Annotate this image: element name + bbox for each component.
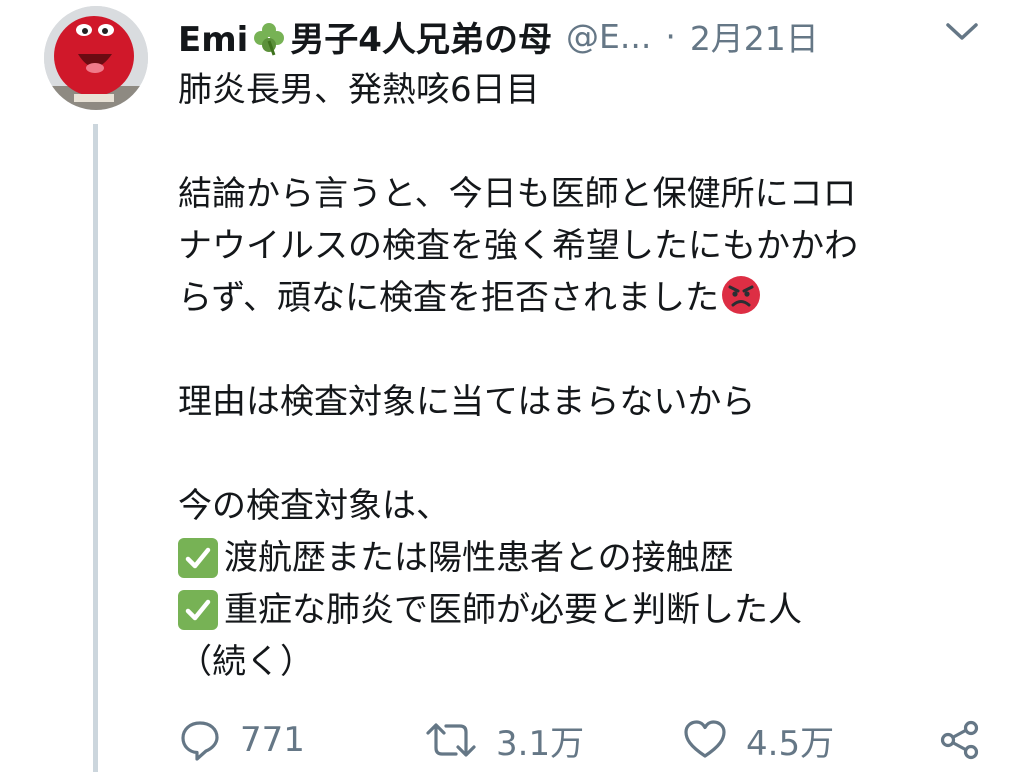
- text-line-with-emoji: らず、頑なに検査を拒否されました: [178, 272, 998, 324]
- retweet-count: 3.1万: [496, 723, 585, 764]
- thread-line: [93, 124, 98, 772]
- text-line: らず、頑なに検査を拒否されました: [178, 278, 719, 318]
- text-line: 肺炎長男、発熱咳6日目: [178, 70, 540, 110]
- avatar-image: [44, 6, 148, 110]
- like-count: 4.5万: [746, 723, 835, 764]
- reply-count: 771: [240, 720, 305, 760]
- reply-icon: [181, 721, 219, 761]
- share-button[interactable]: [938, 712, 982, 768]
- retweet-icon: [426, 723, 476, 757]
- author-handle[interactable]: @E...: [566, 17, 651, 56]
- check-mark-icon: [178, 538, 218, 578]
- like-button[interactable]: 4.5万: [682, 712, 834, 768]
- author-name-suffix: 男子4人兄弟の母: [290, 19, 552, 60]
- heart-icon: [684, 720, 726, 758]
- text-line: 結論から言うと、今日も医師と保健所にコロ: [178, 174, 857, 214]
- checklist-item-text: 渡航歴または陽性患者との接触歴: [224, 538, 734, 578]
- reply-button[interactable]: 771: [178, 712, 305, 768]
- closing-line: （続く）: [178, 642, 314, 682]
- author-name-prefix: Emi: [178, 19, 249, 60]
- checklist-item-text: 重症な肺炎で医師が必要と判断した人: [224, 590, 802, 630]
- checklist-item: 重症な肺炎で医師が必要と判断した人: [178, 584, 998, 636]
- four-leaf-clover-icon: [254, 22, 285, 56]
- angry-face-icon: [721, 276, 760, 314]
- tweet-text: 肺炎長男、発熱咳6日目 結論から言うと、今日も医師と保健所にコロ ナウイルスの検…: [178, 64, 998, 688]
- avatar[interactable]: [44, 6, 148, 110]
- tweet-header: Emi 男子4人兄弟の母 @E... · 2月21日: [178, 12, 819, 60]
- check-mark-icon: [178, 590, 218, 630]
- text-line: 今の検査対象は、: [178, 486, 450, 526]
- header-separator: ·: [665, 16, 676, 56]
- share-icon: [940, 720, 979, 760]
- text-line: ナウイルスの検査を強く希望したにもかかわ: [178, 226, 858, 266]
- tweet-date[interactable]: 2月21日: [690, 12, 819, 60]
- tweet-actions: 771 3.1万 4.5万: [178, 712, 998, 768]
- text-line: 理由は検査対象に当てはまらないから: [178, 382, 756, 422]
- retweet-button[interactable]: 3.1万: [424, 712, 584, 768]
- checklist-item: 渡航歴または陽性患者との接触歴: [178, 532, 998, 584]
- chevron-down-icon[interactable]: [944, 20, 980, 44]
- author-name[interactable]: Emi 男子4人兄弟の母: [178, 12, 552, 61]
